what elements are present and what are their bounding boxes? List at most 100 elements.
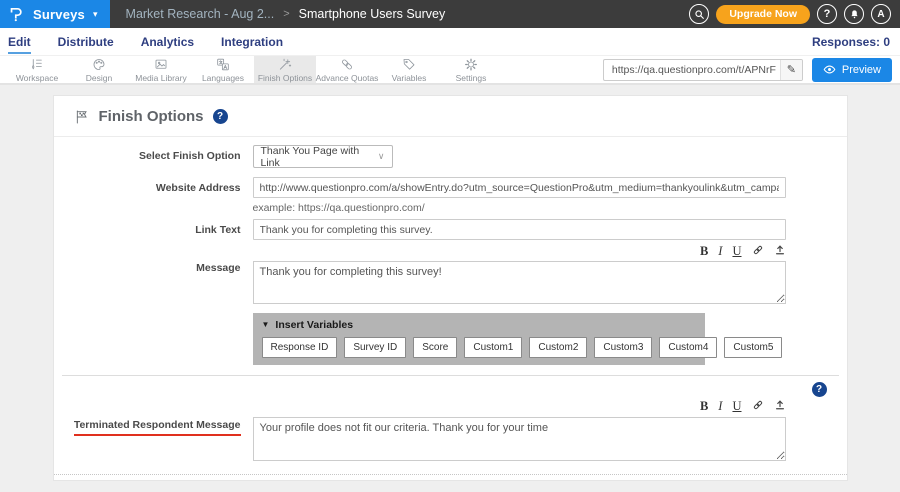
website-address-row: Website Address — [54, 177, 847, 198]
page-title: Finish Options — [99, 108, 204, 125]
preview-label: Preview — [842, 64, 881, 76]
question-mark-icon: ? — [816, 384, 822, 395]
product-name: Surveys — [33, 7, 85, 22]
insert-variables-label: Insert Variables — [275, 319, 353, 331]
selected-option: Thank You Page with Link — [261, 145, 378, 169]
var-custom3-button[interactable]: Custom3 — [594, 337, 652, 358]
toolbar-item-variables[interactable]: Variables — [378, 56, 440, 83]
breadcrumb-survey-name[interactable]: Smartphone Users Survey — [299, 7, 446, 21]
terminated-message-textarea[interactable]: Your profile does not fit our criteria. … — [253, 417, 786, 461]
survey-url-box: ✎ — [603, 59, 803, 81]
tab-edit[interactable]: Edit — [8, 29, 31, 54]
finish-option-select[interactable]: Thank You Page with Link ∨ — [253, 145, 393, 168]
questionpro-logo-icon — [8, 6, 25, 23]
underline-button[interactable]: U — [732, 400, 741, 413]
var-custom1-button[interactable]: Custom1 — [464, 337, 522, 358]
toolbar-item-label: Settings — [456, 73, 487, 83]
card-header: Finish Options ? — [54, 96, 847, 137]
languages-icon — [215, 57, 231, 72]
help-button[interactable]: ? — [817, 4, 837, 24]
toolbar-item-languages[interactable]: Languages — [192, 56, 254, 83]
italic-button[interactable]: I — [718, 245, 722, 258]
var-response-id-button[interactable]: Response ID — [262, 337, 338, 358]
design-palette-icon — [91, 57, 107, 72]
link-text-input[interactable] — [253, 219, 786, 240]
notifications-button[interactable] — [844, 4, 864, 24]
upload-image-button[interactable] — [774, 399, 786, 414]
website-address-label: Website Address — [54, 177, 241, 194]
chevron-down-icon: ∨ — [378, 151, 385, 162]
edit-url-button[interactable]: ✎ — [780, 60, 802, 80]
terminated-rte-toolbar: B I U — [253, 399, 786, 414]
finish-options-help-button[interactable]: ? — [213, 109, 228, 124]
terminated-message-label-text: Terminated Respondent Message — [74, 419, 241, 436]
message-textarea[interactable]: Thank you for completing this survey! — [253, 261, 786, 304]
survey-url-input[interactable] — [604, 64, 780, 76]
upload-icon — [774, 399, 786, 411]
toolbar-item-label: Variables — [392, 73, 427, 83]
question-mark-icon: ? — [217, 111, 223, 122]
tab-integration[interactable]: Integration — [221, 29, 283, 54]
link-icon — [752, 399, 764, 411]
toolbar-item-label: Design — [86, 73, 112, 83]
responses-count[interactable]: Responses: 0 — [812, 35, 890, 49]
link-text-row: Link Text — [54, 219, 847, 240]
toolbar-item-media-library[interactable]: Media Library — [130, 56, 192, 83]
upload-image-button[interactable] — [774, 244, 786, 259]
finish-options-card: Finish Options ? Select Finish Option Th… — [53, 95, 848, 481]
underline-button[interactable]: U — [732, 245, 741, 258]
edit-toolbar: Workspace Design Media Library Languages… — [0, 55, 900, 85]
insert-link-button[interactable] — [752, 399, 764, 414]
var-survey-id-button[interactable]: Survey ID — [344, 337, 406, 358]
toolbar-item-workspace[interactable]: Workspace — [6, 56, 68, 83]
var-custom4-button[interactable]: Custom4 — [659, 337, 717, 358]
terminated-help-row: ? — [54, 376, 847, 397]
var-custom5-button[interactable]: Custom5 — [724, 337, 782, 358]
save-row: Save Changes — [54, 475, 847, 481]
select-finish-option-label: Select Finish Option — [54, 145, 241, 162]
insert-link-button[interactable] — [752, 244, 764, 259]
upload-icon — [774, 244, 786, 256]
toolbar-item-design[interactable]: Design — [68, 56, 130, 83]
toolbar-item-finish-options[interactable]: Finish Options — [254, 56, 316, 83]
tab-distribute[interactable]: Distribute — [58, 29, 114, 54]
product-switcher[interactable]: Surveys ▾ — [0, 0, 110, 28]
chevron-down-icon: ▾ — [93, 9, 98, 20]
bold-button[interactable]: B — [700, 245, 708, 258]
upgrade-now-button[interactable]: Upgrade Now — [716, 5, 810, 24]
variable-buttons: Response ID Survey ID Score Custom1 Cust… — [262, 337, 696, 358]
section-tabs: Edit Distribute Analytics Integration Re… — [0, 28, 900, 55]
eye-icon — [823, 63, 836, 76]
question-mark-icon: ? — [824, 8, 831, 20]
italic-button[interactable]: I — [718, 400, 722, 413]
var-custom2-button[interactable]: Custom2 — [529, 337, 587, 358]
website-address-input[interactable] — [253, 177, 786, 198]
avatar-initial: A — [877, 9, 884, 20]
toolbar-item-settings[interactable]: Settings — [440, 56, 502, 83]
terminated-message-row: Terminated Respondent Message Your profi… — [54, 417, 847, 466]
top-bar: Surveys ▾ Market Research - Aug 2... > S… — [0, 0, 900, 28]
search-button[interactable] — [689, 4, 709, 24]
breadcrumb-folder[interactable]: Market Research - Aug 2... — [126, 7, 275, 21]
tab-analytics[interactable]: Analytics — [141, 29, 194, 54]
variables-tag-icon — [401, 57, 417, 72]
website-address-hint: example: https://qa.questionpro.com/ — [253, 202, 847, 214]
terminated-message-help-button[interactable]: ? — [812, 382, 827, 397]
settings-gear-icon — [463, 57, 479, 72]
toolbar-item-advance-quotas[interactable]: Advance Quotas — [316, 56, 378, 83]
avatar[interactable]: A — [871, 4, 891, 24]
preview-button[interactable]: Preview — [812, 58, 892, 82]
var-score-button[interactable]: Score — [413, 337, 457, 358]
insert-variables-toggle[interactable]: ▼ Insert Variables — [262, 319, 696, 331]
bold-button[interactable]: B — [700, 400, 708, 413]
insert-variables-panel: ▼ Insert Variables Response ID Survey ID… — [253, 313, 705, 365]
finish-options-wand-icon — [277, 57, 293, 72]
pencil-icon: ✎ — [787, 63, 796, 76]
finish-flag-icon — [74, 109, 90, 125]
workspace-icon — [29, 57, 45, 72]
main-content: Finish Options ? Select Finish Option Th… — [0, 85, 900, 481]
search-icon — [694, 9, 705, 20]
media-library-icon — [153, 57, 169, 72]
toolbar-item-label: Languages — [202, 73, 244, 83]
terminated-rte-row: B I U — [54, 399, 847, 416]
